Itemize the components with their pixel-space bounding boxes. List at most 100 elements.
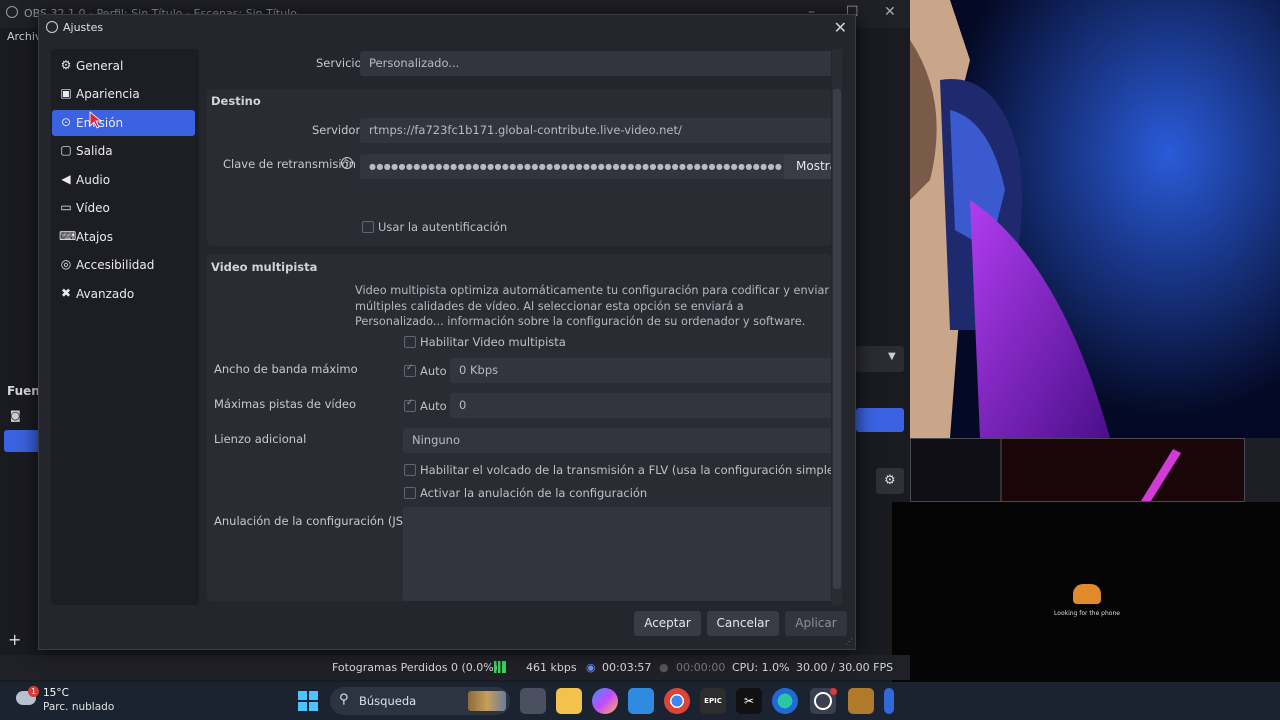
- add-source-icon[interactable]: +: [8, 630, 21, 649]
- multipista-heading: Video multipista: [211, 260, 318, 274]
- weather-desc: Parc. nublado: [43, 701, 115, 713]
- capcut-icon[interactable]: ✂: [736, 688, 762, 714]
- override-checkbox[interactable]: [404, 487, 416, 499]
- obs-logo-icon: [46, 21, 58, 33]
- settings-content: Servicio Personalizado... ▼ Destino Serv…: [207, 49, 831, 605]
- tracks-auto-checkbox[interactable]: ✓: [404, 398, 416, 412]
- obs-statusbar: Fotogramas Perdidos 0 (0.0%) 461 kbps ◉ …: [0, 655, 910, 680]
- sidebar-item-atajos[interactable]: ⌨ Atajos: [52, 224, 195, 250]
- cancel-button[interactable]: Cancelar: [707, 611, 779, 636]
- game-app-icon[interactable]: [848, 688, 874, 714]
- sidebar-item-label: General: [76, 59, 124, 73]
- sidebar-item-emision[interactable]: ⊙ Emisión: [52, 110, 195, 136]
- sidebar-item-salida[interactable]: ▢ Salida: [52, 138, 195, 164]
- preview-caption: Looking for the phone: [1054, 610, 1120, 617]
- mostrar-button[interactable]: Mostrar: [784, 154, 831, 179]
- auth-checkbox[interactable]: [362, 221, 374, 233]
- help-icon[interactable]: ?: [341, 157, 353, 169]
- bandwidth-input[interactable]: 0 Kbps: [450, 358, 831, 383]
- stream-icon: ◉: [586, 661, 596, 674]
- extra-app-icon[interactable]: [884, 688, 894, 714]
- clave-label: Clave de retransmisión: [223, 157, 356, 171]
- store-icon[interactable]: [628, 688, 654, 714]
- resize-grip-icon[interactable]: ⋰: [845, 637, 853, 646]
- servicio-select[interactable]: Personalizado...: [360, 51, 831, 76]
- sidebar-item-audio[interactable]: ◀ Audio: [52, 167, 195, 193]
- tracks-input[interactable]: 0: [450, 393, 831, 418]
- scrollbar-thumb[interactable]: [833, 89, 841, 589]
- check-icon: ✓: [406, 363, 414, 373]
- windows-start-icon[interactable]: [295, 688, 321, 714]
- record-icon: ●: [659, 661, 669, 674]
- chrome-icon[interactable]: [664, 688, 690, 714]
- preview-black-area: Looking for the phone: [892, 502, 1280, 682]
- check-icon: ✓: [406, 398, 414, 408]
- destino-heading: Destino: [211, 94, 261, 108]
- canvas-select[interactable]: Ninguno: [403, 428, 831, 453]
- flv-label: Habilitar el volcado de la transmisión a…: [420, 463, 831, 477]
- servicio-label: Servicio: [316, 56, 362, 70]
- file-explorer-icon[interactable]: [556, 688, 582, 714]
- right-dropdown[interactable]: ▼: [856, 346, 904, 372]
- auth-label: Usar la autentificación: [378, 220, 508, 234]
- sidebar-item-label: Apariencia: [76, 87, 140, 101]
- bandwidth-auto-label: Auto: [420, 364, 447, 378]
- accessibility-icon: ◎: [60, 257, 72, 271]
- source-row-selected[interactable]: [4, 430, 40, 452]
- tools-icon: ✖: [60, 286, 72, 300]
- obs-logo-icon: [814, 692, 832, 710]
- settings-dialog: Ajustes ✕ ⚙ General ▣ Apariencia ⊙ Emisión …: [38, 14, 856, 650]
- override-label: Activar la anulación de la configuración: [420, 486, 648, 500]
- weather-badge: 1: [28, 686, 39, 697]
- canvas-label: Lienzo adicional: [214, 432, 307, 446]
- servidor-label: Servidor: [312, 123, 361, 137]
- servidor-input[interactable]: rtmps://fa723fc1b171.global-contribute.l…: [360, 118, 831, 143]
- epic-games-icon[interactable]: EPIC: [700, 688, 726, 714]
- bitrate: 461 kbps: [526, 661, 577, 674]
- source-camera-icon: ◙: [10, 409, 21, 422]
- sidebar-item-general[interactable]: ⚙ General: [52, 53, 195, 79]
- clave-input[interactable]: ●●●●●●●●●●●●●●●●●●●●●●●●●●●●●●●●●●●●●●●●…: [360, 154, 794, 179]
- antenna-icon: ⊙: [60, 115, 72, 129]
- bandwidth-auto-checkbox[interactable]: ✓: [404, 363, 416, 377]
- cat-icon: [1073, 584, 1101, 604]
- sidebar-item-video[interactable]: ▭ Vídeo: [52, 195, 195, 221]
- weather-temp: 15°C: [43, 687, 69, 699]
- speaker-icon: ◀: [61, 172, 71, 186]
- keyboard-icon: ⌨: [59, 229, 77, 243]
- multipista-enable-checkbox[interactable]: [404, 336, 416, 348]
- edge-icon[interactable]: [772, 688, 798, 714]
- taskbar-search[interactable]: ⚲ Búsqueda: [330, 687, 510, 715]
- dialog-title: Ajustes: [63, 21, 104, 34]
- stream-time: 00:03:57: [602, 661, 652, 674]
- preview-image: [910, 0, 1280, 438]
- sidebar-item-avanzado[interactable]: ✖ Avanzado: [52, 281, 195, 307]
- settings-sidebar: ⚙ General ▣ Apariencia ⊙ Emisión ▢ Salida ◀ A…: [51, 49, 199, 605]
- copilot-icon[interactable]: [592, 688, 618, 714]
- dialog-close-icon[interactable]: ✕: [834, 18, 847, 37]
- cpu-usage: CPU: 1.0%: [732, 661, 790, 674]
- sidebar-item-accesibilidad[interactable]: ◎ Accesibilidad: [52, 252, 195, 278]
- close-icon[interactable]: ✕: [884, 4, 896, 20]
- right-gear-button[interactable]: ⚙: [876, 468, 904, 494]
- tracks-auto-label: Auto: [420, 399, 447, 413]
- right-selected-row[interactable]: [856, 408, 904, 432]
- obs-logo-icon: [6, 6, 18, 18]
- obs-active-dot: [830, 688, 837, 695]
- dialog-titlebar: Ajustes ✕: [39, 15, 855, 41]
- settings-scrollbar[interactable]: [832, 49, 842, 605]
- palette-icon: ▣: [60, 86, 72, 100]
- search-highlight-image: [468, 691, 506, 711]
- flv-checkbox[interactable]: [404, 464, 416, 476]
- output-icon: ▢: [60, 143, 72, 157]
- signal-bars-icon: [494, 661, 506, 673]
- bandwidth-label: Ancho de banda máximo: [214, 362, 358, 376]
- task-view-icon[interactable]: [520, 688, 546, 714]
- apply-button[interactable]: Aplicar: [785, 611, 847, 636]
- search-icon: ⚲: [339, 692, 349, 707]
- sidebar-item-label: Salida: [76, 144, 113, 158]
- accept-button[interactable]: Aceptar: [634, 611, 701, 636]
- json-textarea[interactable]: [403, 507, 831, 601]
- sidebar-item-label: Atajos: [76, 230, 113, 244]
- sidebar-item-apariencia[interactable]: ▣ Apariencia: [52, 81, 195, 107]
